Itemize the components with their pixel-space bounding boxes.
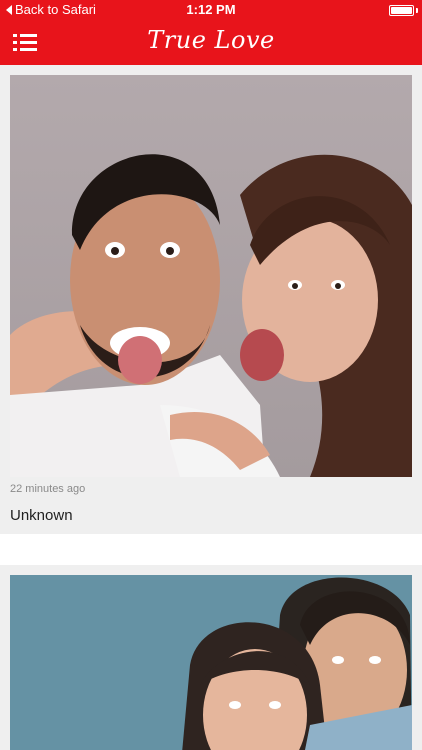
app-title: True Love (147, 26, 275, 54)
post-photo[interactable] (10, 575, 412, 750)
post-feed[interactable]: 22 minutes ago Unknown (0, 65, 422, 750)
battery-icon (389, 5, 414, 16)
app-header: Back to Safari 1:12 PM True Love (0, 0, 422, 65)
battery-tip (416, 8, 418, 13)
nav-bar: True Love (0, 20, 422, 65)
post-photo[interactable] (10, 75, 412, 477)
post-card[interactable] (0, 565, 422, 750)
post-title[interactable]: Unknown (10, 507, 73, 524)
post-card[interactable]: 22 minutes ago Unknown (0, 65, 422, 534)
status-bar: Back to Safari 1:12 PM (0, 0, 422, 20)
status-time: 1:12 PM (186, 2, 236, 17)
post-timestamp: 22 minutes ago (10, 483, 86, 495)
